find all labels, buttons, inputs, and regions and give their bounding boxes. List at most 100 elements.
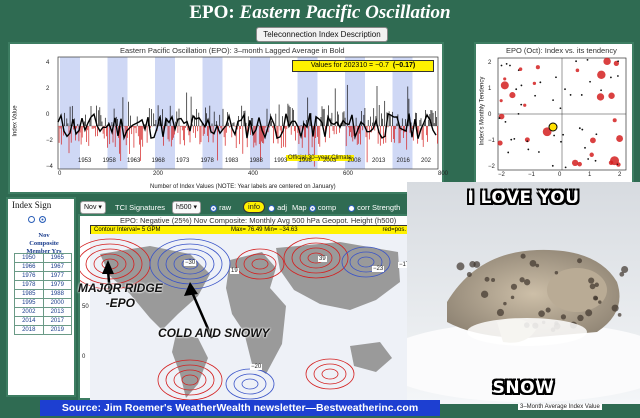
- year-link[interactable]: 1988: [42, 289, 72, 299]
- raw-radio[interactable]: [210, 204, 217, 212]
- year-label: 1968: [151, 158, 165, 164]
- scatter-point: [499, 99, 503, 103]
- fur-spot: [466, 272, 472, 277]
- year-link[interactable]: 2013: [42, 307, 72, 317]
- year-link[interactable]: 2014: [14, 316, 44, 326]
- scatter-point: [534, 94, 537, 97]
- scatter-point: [505, 63, 508, 65]
- fur-spot: [484, 276, 490, 282]
- year-label: 1983: [225, 158, 239, 164]
- composite-map: [80, 234, 408, 400]
- comp-radio[interactable]: [308, 204, 316, 212]
- year-label: 202: [421, 158, 432, 164]
- year-label: 1973: [176, 158, 190, 164]
- contour-label: 39: [318, 256, 327, 262]
- scatter-y-tick: 0: [488, 112, 492, 118]
- map-label: Map: [292, 203, 307, 212]
- info-button[interactable]: info: [243, 201, 266, 213]
- scatter-point: [562, 133, 565, 136]
- fur-spot: [510, 283, 518, 290]
- scatter-point: [507, 151, 510, 154]
- year-link[interactable]: 1976: [14, 271, 44, 281]
- raw-option[interactable]: raw: [210, 203, 231, 212]
- year-link[interactable]: 1979: [42, 280, 72, 290]
- year-link[interactable]: 2017: [42, 316, 72, 326]
- map-comp-option[interactable]: Map comp: [292, 203, 336, 212]
- scatter-point: [608, 92, 615, 99]
- year-link[interactable]: 2000: [42, 298, 72, 308]
- scatter-point: [610, 76, 612, 79]
- year-link[interactable]: 1950: [14, 253, 44, 263]
- scatter-point: [610, 156, 620, 166]
- sign-negative-radio[interactable]: [28, 216, 35, 224]
- year-link[interactable]: 1966: [14, 262, 44, 272]
- year-link[interactable]: 2002: [14, 307, 44, 317]
- scatter-y-label: Index's Monthly Tendency: [479, 76, 486, 146]
- fur-spot: [456, 262, 465, 271]
- map-bottom-caption: 3–Month Average Index Value: [518, 404, 602, 410]
- scatter-point: [586, 58, 589, 61]
- info-label: info: [248, 202, 261, 211]
- year-label: 2016: [396, 158, 410, 164]
- y-tick-label: 4: [46, 60, 50, 66]
- fur-spot: [589, 283, 596, 290]
- month-select[interactable]: Nov ▾: [80, 201, 106, 214]
- scatter-point: [504, 120, 507, 123]
- year-label: 2003: [323, 158, 337, 164]
- year-row: 1966 1967: [14, 262, 72, 272]
- scatter-point: [526, 140, 529, 143]
- fur-spot: [554, 270, 559, 275]
- year-link[interactable]: 2018: [14, 325, 44, 335]
- scatter-point: [578, 127, 581, 130]
- year-label: 1978: [200, 158, 214, 164]
- year-link[interactable]: 2019: [42, 325, 72, 335]
- level-select[interactable]: h500 ▾: [172, 201, 202, 214]
- year-link[interactable]: 1985: [14, 289, 44, 299]
- x-axis-label: Number of Index Values (NOTE: Year label…: [150, 184, 336, 190]
- year-row: 2002 2013: [14, 307, 72, 317]
- y-tick-label: 0: [46, 112, 50, 118]
- scatter-point: [515, 88, 518, 91]
- adj-label: adj: [277, 203, 288, 212]
- index-sign-heading: Index Sign: [12, 200, 52, 210]
- year-band: [392, 57, 413, 169]
- leopard-head: [547, 268, 607, 312]
- strength-label: Strength: [372, 203, 401, 212]
- x-tick-label: 200: [153, 171, 164, 177]
- corr-option[interactable]: corr: [348, 203, 370, 212]
- scatter-point: [539, 81, 542, 84]
- scatter-point: [555, 76, 557, 79]
- year-link[interactable]: 1995: [14, 298, 44, 308]
- scatter-point: [587, 158, 590, 160]
- year-link[interactable]: 1967: [42, 262, 72, 272]
- scatter-y-tick: 2: [488, 60, 492, 66]
- scatter-point: [584, 146, 586, 149]
- scatter-point: [532, 81, 537, 85]
- year-link[interactable]: 1965: [42, 253, 72, 263]
- year-label: 1953: [78, 158, 92, 164]
- year-label: 2013: [372, 158, 386, 164]
- scatter-point: [551, 164, 554, 167]
- fur-spot: [503, 301, 507, 306]
- contour-label: −23: [372, 266, 385, 272]
- values-box-lagged: (−0.17): [392, 62, 416, 69]
- year-row: 2018 2019: [14, 325, 72, 335]
- year-link[interactable]: 1977: [42, 271, 72, 281]
- composite-heading: Nov Composite Member Yrs: [16, 224, 72, 256]
- sign-positive-radio[interactable]: [39, 216, 47, 224]
- adj-radio[interactable]: [268, 204, 275, 212]
- year-link[interactable]: 1978: [14, 280, 44, 290]
- scatter-point: [559, 107, 562, 110]
- scatter-point: [500, 64, 503, 67]
- fur-spot: [585, 309, 593, 317]
- scatter-point: [498, 117, 501, 119]
- fur-spot: [617, 313, 622, 317]
- description-button[interactable]: Teleconnection Index Description: [256, 27, 388, 42]
- fur-spot: [594, 296, 599, 301]
- corr-radio[interactable]: [348, 204, 355, 212]
- adj-option[interactable]: adj: [268, 203, 287, 212]
- raw-label: raw: [219, 203, 232, 212]
- scatter-point: [569, 94, 572, 96]
- scatter-point: [616, 135, 624, 142]
- scatter-point: [596, 93, 605, 101]
